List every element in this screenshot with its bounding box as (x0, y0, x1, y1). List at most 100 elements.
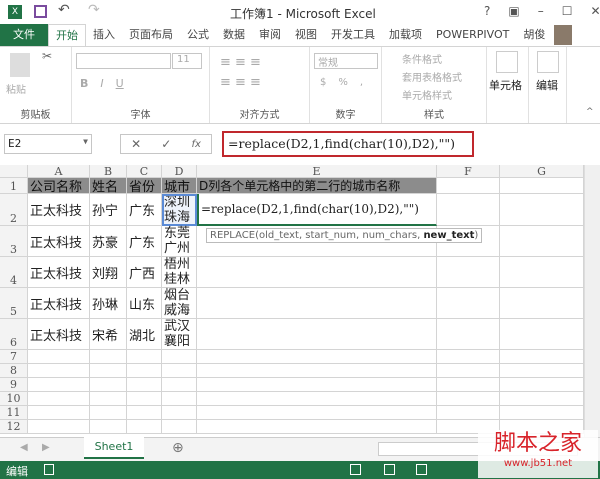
cell-F5[interactable] (437, 288, 500, 319)
currency-button[interactable]: $ (320, 77, 326, 88)
cell-G9[interactable] (500, 378, 584, 392)
cell-F11[interactable] (437, 406, 500, 420)
select-all-button[interactable] (0, 165, 28, 178)
cell-A2[interactable]: 正太科技 (28, 194, 90, 226)
cell-A10[interactable] (28, 392, 90, 406)
ribbon-display-button[interactable]: ▣ (508, 4, 519, 18)
cell-G7[interactable] (500, 350, 584, 364)
cell-G6[interactable] (500, 319, 584, 350)
row-header-4[interactable]: 4 (0, 257, 28, 288)
cell-E2[interactable]: =replace(D2,1,find(char(10),D2),"") (197, 194, 437, 226)
cell-A1[interactable]: 公司名称 (28, 178, 90, 195)
cell-C9[interactable] (127, 378, 162, 392)
bold-button[interactable]: B (80, 77, 88, 90)
cell-A5[interactable]: 正太科技 (28, 288, 90, 319)
cell-A11[interactable] (28, 406, 90, 420)
next-sheet-icon[interactable]: ▶ (42, 442, 50, 453)
cell-D4[interactable]: 梧州 桂林 (162, 257, 197, 288)
tab-formulas[interactable]: 公式 (180, 24, 216, 46)
insert-function-button[interactable]: fx (191, 139, 200, 150)
cell-B12[interactable] (90, 420, 127, 434)
cell-D10[interactable] (162, 392, 197, 406)
conditional-format-button[interactable]: 条件格式 (402, 51, 442, 66)
row-header-3[interactable]: 3 (0, 226, 28, 257)
cell-E12[interactable] (197, 420, 437, 434)
cell-G1[interactable] (500, 178, 584, 194)
sheet-tab-sheet1[interactable]: Sheet1 (84, 437, 144, 459)
cell-F4[interactable] (437, 257, 500, 288)
cell-C12[interactable] (127, 420, 162, 434)
tab-view[interactable]: 视图 (288, 24, 324, 46)
cell-F1[interactable] (437, 178, 500, 194)
tab-powerpivot[interactable]: POWERPIVOT (429, 24, 516, 46)
cell-F9[interactable] (437, 378, 500, 392)
cell-A8[interactable] (28, 364, 90, 378)
cell-B10[interactable] (90, 392, 127, 406)
undo-icon[interactable]: ↶ (58, 2, 70, 18)
row-header-1[interactable]: 1 (0, 178, 28, 194)
cell-C6[interactable]: 湖北 (127, 319, 162, 350)
align-icons[interactable]: ≡ ≡ ≡ ≡ ≡ ≡ (220, 53, 261, 93)
cell-F6[interactable] (437, 319, 500, 350)
cell-A4[interactable]: 正太科技 (28, 257, 90, 288)
cell-E9[interactable] (197, 378, 437, 392)
cell-G4[interactable] (500, 257, 584, 288)
font-size-input[interactable]: 11 (172, 53, 202, 69)
cell-B7[interactable] (90, 350, 127, 364)
redo-icon[interactable]: ↷ (88, 2, 100, 18)
cell-B3[interactable]: 苏豪 (90, 226, 127, 257)
cell-E7[interactable] (197, 350, 437, 364)
cell-D7[interactable] (162, 350, 197, 364)
cell-B8[interactable] (90, 364, 127, 378)
cell-C4[interactable]: 广西 (127, 257, 162, 288)
cell-D1[interactable]: 城市 (162, 178, 197, 195)
cell-E4[interactable] (197, 257, 437, 288)
cell-D3[interactable]: 东莞 广州 (162, 226, 197, 257)
add-sheet-button[interactable]: ⊕ (172, 440, 184, 456)
cell-C3[interactable]: 广东 (127, 226, 162, 257)
comma-button[interactable]: , (360, 77, 363, 88)
prev-sheet-icon[interactable]: ◀ (20, 442, 28, 453)
cell-D11[interactable] (162, 406, 197, 420)
close-button[interactable]: ✕ (590, 4, 600, 18)
cell-B9[interactable] (90, 378, 127, 392)
cell-B5[interactable]: 孙琳 (90, 288, 127, 319)
editing-button[interactable]: 编辑 (536, 77, 558, 93)
cell-A7[interactable] (28, 350, 90, 364)
paste-icon[interactable] (10, 53, 30, 77)
paste-button[interactable]: 粘贴 (6, 81, 26, 96)
cell-G11[interactable] (500, 406, 584, 420)
row-header-6[interactable]: 6 (0, 319, 28, 350)
cell-G8[interactable] (500, 364, 584, 378)
cell-A3[interactable]: 正太科技 (28, 226, 90, 257)
cell-G3[interactable] (500, 226, 584, 257)
cell-A6[interactable]: 正太科技 (28, 319, 90, 350)
cell-A9[interactable] (28, 378, 90, 392)
cell-D2[interactable]: 深圳 珠海 (162, 194, 197, 226)
cell-B1[interactable]: 姓名 (90, 178, 127, 195)
cell-E6[interactable] (197, 319, 437, 350)
cell-E11[interactable] (197, 406, 437, 420)
cell-styles-button[interactable]: 单元格样式 (402, 87, 452, 102)
cell-D9[interactable] (162, 378, 197, 392)
row-header-7[interactable]: 7 (0, 350, 28, 364)
cell-F7[interactable] (437, 350, 500, 364)
cell-C10[interactable] (127, 392, 162, 406)
cell-E8[interactable] (197, 364, 437, 378)
cell-D12[interactable] (162, 420, 197, 434)
underline-button[interactable]: U (116, 77, 124, 90)
cell-B4[interactable]: 刘翔 (90, 257, 127, 288)
cell-G10[interactable] (500, 392, 584, 406)
tab-page-layout[interactable]: 页面布局 (122, 24, 180, 46)
cell-D5[interactable]: 烟台 威海 (162, 288, 197, 319)
row-header-5[interactable]: 5 (0, 288, 28, 319)
cell-B11[interactable] (90, 406, 127, 420)
cancel-icon[interactable]: ✕ (131, 137, 141, 151)
row-header-8[interactable]: 8 (0, 364, 28, 378)
enter-icon[interactable]: ✓ (161, 137, 171, 151)
save-icon[interactable] (34, 5, 47, 18)
cell-B2[interactable]: 孙宁 (90, 194, 127, 226)
cell-F10[interactable] (437, 392, 500, 406)
column-header-F[interactable]: F (437, 165, 500, 178)
page-layout-view-icon[interactable] (384, 464, 395, 475)
